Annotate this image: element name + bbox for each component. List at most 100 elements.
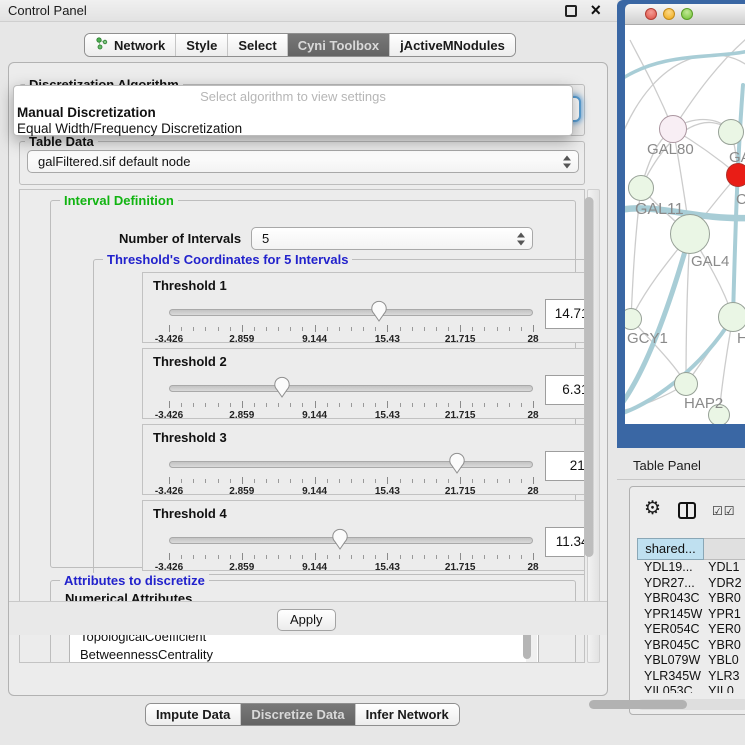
close-traffic-light-icon[interactable] [645, 8, 657, 20]
network-node-red[interactable] [726, 163, 745, 187]
cyni-toolbox-panel: Discretization Algorithm Select algorith… [8, 62, 608, 696]
tab-style-label: Style [186, 38, 217, 53]
float-window-icon[interactable] [565, 5, 577, 17]
node-table: shared... n YDL19...YDL1 YDR27...YDR2 YB… [637, 538, 745, 693]
slider-tick-labels: -3.4262.8599.14415.4321.71528 [169, 334, 533, 346]
table-horizontal-scrollbar[interactable] [637, 699, 745, 710]
threshold-3-value[interactable]: 21.4 [545, 451, 585, 481]
table-row[interactable]: YDR27...YDR2 [637, 576, 745, 592]
slider-thumb[interactable] [371, 300, 387, 322]
control-panel-tab-bar: Network Style Select Cyni Toolbox jActiv… [84, 33, 516, 57]
tab-select[interactable]: Select [227, 34, 286, 56]
node-label-clipped: GA [729, 149, 745, 166]
cell: YDR27... [637, 576, 704, 592]
settings-scrollbar[interactable] [587, 189, 600, 663]
cell: YLR3 [704, 669, 745, 685]
network-node[interactable] [718, 119, 744, 145]
interval-definition-title: Interval Definition [60, 193, 178, 208]
threshold-1-value[interactable]: 14.713 [545, 299, 585, 329]
slider-thumb[interactable] [274, 376, 290, 398]
threshold-2-value[interactable]: 6.316 [545, 375, 585, 405]
attributes-group-title: Attributes to discretize [60, 573, 209, 588]
threshold-2-box: Threshold 2 -3.4262.8599.14415.4321.7152… [142, 348, 585, 419]
table-header-row: shared... n [637, 538, 745, 560]
close-icon[interactable]: × [590, 0, 601, 21]
column-header-shared[interactable]: shared... [637, 538, 704, 560]
threshold-4-box: Threshold 4 -3.4262.8599.14415.4321.7152… [142, 500, 585, 571]
slider-thumb[interactable] [449, 452, 465, 474]
network-node-gal80[interactable] [659, 115, 687, 143]
network-node-gal4[interactable] [670, 214, 710, 254]
minimize-traffic-light-icon[interactable] [663, 8, 675, 20]
scrollbar-thumb[interactable] [585, 197, 594, 557]
slider-track[interactable] [169, 537, 533, 544]
slider-track[interactable] [169, 461, 533, 468]
scrollbar-thumb[interactable] [589, 700, 687, 709]
network-icon [95, 37, 108, 53]
table-row[interactable]: YBR043CYBR0 [637, 591, 745, 607]
number-of-intervals-combobox[interactable]: 5 [251, 227, 533, 250]
slider-thumb[interactable] [332, 528, 348, 550]
cell: YDL1 [704, 560, 745, 576]
number-of-intervals-value: 5 [262, 231, 269, 246]
cell: YBR045C [637, 638, 704, 654]
zoom-traffic-light-icon[interactable] [681, 8, 693, 20]
threshold-1-label: Threshold 1 [153, 278, 227, 293]
column-header-name[interactable]: n [704, 538, 745, 560]
threshold-4-slider[interactable]: -3.4262.8599.14415.4321.71528 [169, 531, 533, 571]
slider-track[interactable] [169, 309, 533, 316]
threshold-1-slider[interactable]: -3.4262.8599.14415.4321.71528 [169, 303, 533, 343]
table-panel: ⚙ ☑☑ shared... n YDL19...YDL1 YDR27...YD… [629, 486, 745, 715]
threshold-2-slider[interactable]: -3.4262.8599.14415.4321.71528 [169, 379, 533, 419]
network-node-hap2[interactable] [674, 372, 698, 396]
table-row[interactable]: YIL053CYIL0 [637, 684, 745, 693]
cell: YPR1 [704, 607, 745, 623]
threshold-3-label: Threshold 3 [153, 430, 227, 445]
slider-tick-labels: -3.4262.8599.14415.4321.71528 [169, 410, 533, 422]
column-visibility-icon[interactable] [678, 502, 696, 519]
dropdown-option-equal-width[interactable]: Equal Width/Frequency Discretization [14, 121, 572, 137]
tab-cyni-toolbox-label: Cyni Toolbox [298, 38, 379, 53]
tab-discretize-data[interactable]: Discretize Data [240, 704, 354, 725]
table-row[interactable]: YER054CYER0 [637, 622, 745, 638]
cell: YLR345W [637, 669, 704, 685]
control-panel-title: Control Panel [8, 3, 87, 18]
dropdown-option-manual[interactable]: Manual Discretization [14, 105, 572, 121]
apply-button[interactable]: Apply [277, 609, 336, 631]
tab-select-label: Select [238, 38, 276, 53]
tab-infer-network[interactable]: Infer Network [355, 704, 459, 725]
tab-network[interactable]: Network [85, 34, 175, 56]
tab-jactivemnodules[interactable]: jActiveMNodules [389, 34, 515, 56]
network-canvas[interactable]: GAL80 GA C GAL11 GAL4 GCY1 H HAP2 [625, 25, 745, 424]
table-body: YDL19...YDL1 YDR27...YDR2 YBR043CYBR0 YP… [637, 560, 745, 693]
table-data-combobox[interactable]: galFiltered.sif default node [27, 150, 579, 173]
list-item[interactable]: BetweennessCentrality [70, 646, 538, 663]
slider-track[interactable] [169, 385, 533, 392]
checkbox-icons[interactable]: ☑☑ [712, 504, 736, 518]
number-of-intervals-label: Number of Intervals [119, 231, 241, 246]
slider-tick-labels: -3.4262.8599.14415.4321.71528 [169, 562, 533, 574]
tab-cyni-toolbox[interactable]: Cyni Toolbox [287, 34, 389, 56]
cell: YBR0 [704, 591, 745, 607]
tab-impute-data[interactable]: Impute Data [146, 704, 240, 725]
node-label-gal80: GAL80 [647, 141, 694, 158]
control-panel-titlebar: Control Panel × [0, 0, 617, 22]
table-row[interactable]: YBL079WYBL0 [637, 653, 745, 669]
algorithm-dropdown-popup: Select algorithm to view settings Manual… [13, 85, 573, 136]
slider-ticks [169, 477, 533, 485]
slider-tick-labels: -3.4262.8599.14415.4321.71528 [169, 486, 533, 498]
table-row[interactable]: YDL19...YDL1 [637, 560, 745, 576]
gear-icon[interactable]: ⚙ [644, 499, 661, 518]
node-label-gcy1: GCY1 [627, 330, 668, 347]
network-node-gal11[interactable] [628, 175, 654, 201]
network-node[interactable] [718, 302, 745, 332]
apply-bar: Apply [9, 601, 607, 635]
threshold-3-slider[interactable]: -3.4262.8599.14415.4321.71528 [169, 455, 533, 495]
table-row[interactable]: YPR145WYPR1 [637, 607, 745, 623]
table-row[interactable]: YLR345WYLR3 [637, 669, 745, 685]
threshold-4-value[interactable]: 11.344 [545, 527, 585, 557]
table-row[interactable]: YBR045CYBR0 [637, 638, 745, 654]
control-panel-window: Control Panel × Network Style Select Cyn… [0, 0, 617, 745]
network-window-titlebar [625, 4, 745, 25]
tab-style[interactable]: Style [175, 34, 227, 56]
